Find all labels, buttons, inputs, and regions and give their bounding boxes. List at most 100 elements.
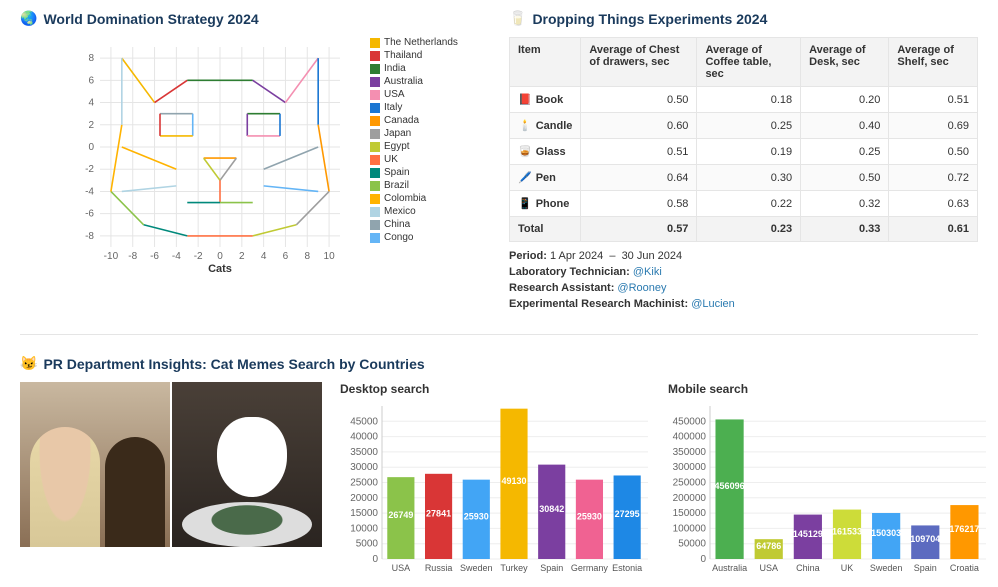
meme-woman-yelling [20,382,170,547]
table-cell: 0.25 [697,113,801,139]
svg-text:-6: -6 [150,251,159,262]
table-cell: 0.69 [889,113,978,139]
svg-text:10: 10 [324,251,336,262]
svg-text:4: 4 [261,251,267,262]
legend-label: Japan [384,128,411,139]
legend-swatch [370,220,380,230]
legend-item: Egypt [370,141,480,152]
legend-label: UK [384,154,398,165]
legend-item: China [370,219,480,230]
legend-swatch [370,181,380,191]
bar-value: 27295 [615,509,640,519]
divider [20,334,978,335]
table-cell: 0.57 [581,217,697,242]
bar-category: Croatia [950,563,979,573]
legend-swatch [370,233,380,243]
bar-value: 150303 [871,528,901,538]
legend-label: Mexico [384,206,416,217]
svg-text:5000: 5000 [356,539,379,550]
table-cell: 0.23 [697,217,801,242]
svg-text:-2: -2 [194,251,203,262]
svg-text:45000: 45000 [350,416,378,427]
svg-text:-8: -8 [85,231,94,242]
svg-text:400000: 400000 [673,432,707,443]
svg-text:300000: 300000 [673,462,707,473]
bar-category: Estonia [612,563,642,573]
legend-item: Canada [370,115,480,126]
item-icon: 🖊️ [518,171,532,184]
cat-xaxis-label: Cats [208,263,232,275]
bar-category: Turkey [500,563,528,573]
role-user-link[interactable]: @Lucien [691,298,735,310]
legend-label: Australia [384,76,423,87]
legend-swatch [370,194,380,204]
table-row: 📱 Phone 0.580.220.320.63 [510,191,978,217]
legend-item: Italy [370,102,480,113]
role-user-link[interactable]: @Rooney [617,282,666,294]
bar-value: 456096 [715,481,745,491]
legend-item: UK [370,154,480,165]
experiments-table: ItemAverage of Chest of drawers, secAver… [509,37,978,242]
item-name: Phone [536,198,570,210]
legend-swatch [370,103,380,113]
svg-text:30000: 30000 [350,462,378,473]
role-label: Experimental Research Machinist: [509,298,688,310]
cat-legend: The Netherlands Thailand India Australia… [370,37,480,277]
item-name: Glass [536,146,566,158]
legend-label: Thailand [384,50,422,61]
bar-category: Spain [914,563,937,573]
table-row: 🥃 Glass 0.510.190.250.50 [510,139,978,165]
legend-item: The Netherlands [370,37,480,48]
svg-text:-2: -2 [85,164,94,175]
bar-category: Russia [425,563,453,573]
item-icon: 📕 [518,93,532,106]
legend-item: Brazil [370,180,480,191]
legend-label: Canada [384,115,419,126]
table-row: 🕯️ Candle 0.600.250.400.69 [510,113,978,139]
meme-images [20,382,322,547]
svg-text:10000: 10000 [350,523,378,534]
legend-swatch [370,207,380,217]
bar-value: 145129 [793,529,823,539]
svg-text:2: 2 [88,120,94,131]
legend-swatch [370,38,380,48]
legend-swatch [370,116,380,126]
table-cell: 0.51 [581,139,697,165]
legend-label: India [384,63,406,74]
period-sep: – [609,250,615,262]
legend-swatch [370,155,380,165]
role-user-link[interactable]: @Kiki [633,266,662,278]
svg-text:-10: -10 [104,251,119,262]
panel1-title-text: World Domination Strategy 2024 [43,11,258,27]
svg-text:200000: 200000 [673,493,707,504]
svg-text:-4: -4 [172,251,181,262]
svg-text:6: 6 [88,75,94,86]
bar-value: 25930 [464,511,489,521]
legend-label: Congo [384,232,413,243]
legend-item: Australia [370,76,480,87]
bar-category: UK [841,563,854,573]
experiments-meta: Period: 1 Apr 2024 – 30 Jun 2024 Laborat… [509,250,978,310]
table-header: Average of Chest of drawers, sec [581,38,697,87]
legend-item: India [370,63,480,74]
glass-icon: 🥛 [509,10,526,27]
svg-text:20000: 20000 [350,493,378,504]
svg-text:0: 0 [217,251,223,262]
svg-text:35000: 35000 [350,447,378,458]
legend-label: Egypt [384,141,410,152]
period-to: 30 Jun 2024 [622,250,683,262]
item-name: Pen [536,172,556,184]
table-cell: 0.61 [889,217,978,242]
bar-category: USA [392,563,411,573]
period-from: 1 Apr 2024 [550,250,603,262]
svg-text:250000: 250000 [673,478,707,489]
bar-value: 27841 [426,508,451,518]
svg-text:8: 8 [88,53,94,64]
table-row: 🖊️ Pen 0.640.300.500.72 [510,165,978,191]
bar-value: 25930 [577,511,602,521]
item-icon: 🕯️ [518,119,532,132]
table-cell: 0.32 [801,191,889,217]
table-total-row: Total 0.570.230.330.61 [510,217,978,242]
globe-icon: 🌏 [20,10,37,27]
bar-value: 49130 [501,476,526,486]
